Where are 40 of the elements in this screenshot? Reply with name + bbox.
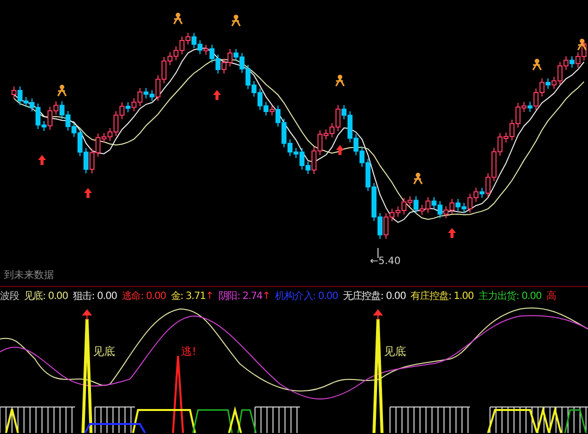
signal-spike	[536, 406, 562, 433]
signal-spike	[228, 406, 242, 433]
up-arrow-icon	[82, 310, 92, 320]
up-arrow-icon	[84, 188, 92, 198]
indicator-label: 高	[546, 290, 556, 302]
chart-note: 到未来数据	[4, 268, 54, 282]
up-arrow-icon	[213, 90, 221, 100]
indicator-label: 无庄控盘: 0.00	[342, 290, 406, 302]
indicator-label: 狙击: 0.00	[72, 290, 117, 302]
figure-icon	[57, 84, 67, 97]
arrow-icon: ↑	[205, 290, 214, 302]
up-arrow-icon	[38, 155, 46, 165]
indicator-label: 波段	[0, 290, 19, 302]
bar-stripe	[254, 406, 300, 433]
signal-plateau	[192, 409, 257, 433]
figure-icon	[532, 58, 542, 71]
figure-icon	[173, 12, 183, 25]
signal-label: 见底	[93, 344, 115, 359]
up-arrow-icon	[336, 145, 344, 155]
up-arrow-icon	[372, 310, 382, 320]
signal-label: 逃!	[181, 344, 196, 359]
indicator-label: 机构介入: 0.00	[275, 290, 338, 302]
indicator-label: 主力出货: 0.00	[478, 290, 542, 302]
signal-spike	[5, 408, 19, 433]
up-arrow-icon	[448, 228, 456, 238]
indicator-label: 见底: 0.00	[24, 290, 68, 302]
figure-icon	[577, 38, 587, 51]
low-price-label: ←5.40	[370, 256, 401, 267]
indicator-label: 逃命: 0.00	[122, 290, 166, 302]
arrow-icon: ↑	[262, 290, 270, 302]
signal-label: 见底	[384, 344, 406, 359]
signal-plateau	[564, 409, 587, 433]
figure-icon	[413, 172, 423, 185]
figure-icon	[335, 74, 345, 87]
indicator-label: 金: 3.71↑	[170, 290, 214, 302]
indicator-label: 阴阳: 2.74↑	[218, 290, 270, 302]
signal-plateau	[487, 409, 538, 433]
indicator-label: 有庄控盘: 1.00	[410, 290, 474, 302]
bar-stripe	[94, 406, 136, 433]
figure-icon	[231, 14, 241, 27]
